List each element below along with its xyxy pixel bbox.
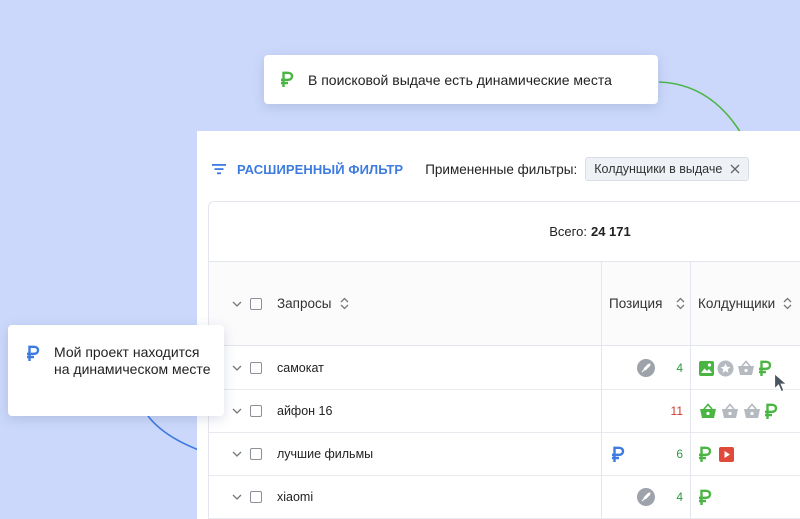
wizards-column-header[interactable]: Колдунщики (698, 262, 792, 345)
query-column-label: Запросы (277, 296, 332, 311)
ruble-icon (699, 489, 712, 505)
chevron-down-icon (232, 365, 242, 371)
filter-bar: РАСШИРЕННЫЙ ФИЛЬТР Примененные фильтры: … (211, 156, 750, 182)
table-header: Запросы Позиция Колдунщики (209, 262, 800, 346)
gallery-icon (699, 360, 714, 376)
ruble-icon (281, 71, 294, 87)
basket-icon (700, 402, 716, 418)
position-value: 11 (670, 404, 683, 418)
total-summary: Всего: 24 171 (209, 202, 800, 262)
row-checkbox[interactable] (250, 347, 262, 389)
ruble-icon (27, 345, 40, 361)
query-text: xiaomi (277, 490, 314, 504)
query-text: айфон 16 (277, 404, 333, 418)
table-row[interactable]: айфон 16 11 (209, 390, 800, 433)
rocket-icon (637, 476, 655, 518)
position-value: 6 (676, 447, 683, 461)
chevron-down-icon (232, 451, 242, 457)
chevron-down-icon (232, 494, 242, 500)
row-expand-toggle[interactable] (231, 390, 243, 432)
basket-icon (722, 402, 738, 418)
position-value: 4 (676, 361, 683, 375)
chevron-down-icon (232, 301, 242, 307)
row-expand-toggle[interactable] (231, 433, 243, 475)
column-divider (601, 262, 602, 519)
applied-filters-label: Примененные фильтры: (425, 161, 578, 177)
filter-icon (212, 164, 226, 175)
select-all-checkbox[interactable] (250, 262, 262, 345)
row-expand-toggle[interactable] (231, 476, 243, 518)
row-checkbox[interactable] (250, 390, 262, 432)
mouse-cursor-icon (773, 372, 789, 393)
wizards-column-label: Колдунщики (698, 296, 776, 311)
wizards-cell (698, 433, 735, 475)
column-divider (690, 262, 691, 519)
table-row[interactable]: лучшие фильмы 6 (209, 433, 800, 476)
total-label: Всего: (549, 224, 587, 239)
row-expand-toggle[interactable] (231, 347, 243, 389)
query-column-header[interactable]: Запросы (277, 262, 349, 345)
video-icon (719, 446, 734, 462)
table-row[interactable]: xiaomi 4 (209, 476, 800, 519)
remove-filter-button[interactable] (730, 164, 740, 174)
chevron-down-icon (232, 408, 242, 414)
advanced-filter-label: РАСШИРЕННЫЙ ФИЛЬТР (237, 161, 404, 177)
basket-icon (744, 402, 760, 418)
query-text: самокат (277, 361, 324, 375)
dynamic-places-callout: В поисковой выдаче есть динамические мес… (264, 55, 658, 104)
close-icon (730, 164, 740, 174)
wizards-cell (698, 347, 772, 389)
advanced-filter-button[interactable]: РАСШИРЕННЫЙ ФИЛЬТР (211, 162, 403, 177)
callout-text: Мой проект находится на динамическом мес… (54, 344, 211, 377)
ruble-icon (759, 360, 772, 376)
position-column-header[interactable]: Позиция (609, 262, 685, 345)
queries-table: Всего: 24 171 Запросы Позиция Колдунщики (208, 201, 800, 519)
ruble-icon (699, 446, 712, 462)
results-panel: РАСШИРЕННЫЙ ФИЛЬТР Примененные фильтры: … (197, 131, 800, 519)
basket-icon (738, 359, 754, 375)
table-row[interactable]: самокат 4 (209, 347, 800, 390)
position-column-label: Позиция (609, 296, 663, 311)
sort-icon (783, 297, 792, 310)
total-value: 24 171 (590, 224, 631, 239)
ruble-icon (765, 403, 778, 419)
filter-chip: Колдунщики в выдаче (585, 157, 750, 181)
wizards-cell (698, 476, 712, 518)
expand-all-toggle[interactable] (231, 262, 243, 345)
filter-chip-label: Колдунщики в выдаче (594, 162, 723, 176)
row-checkbox[interactable] (250, 433, 262, 475)
sort-icon (340, 297, 349, 310)
sort-icon (676, 297, 685, 310)
wizards-cell (698, 390, 778, 432)
row-checkbox[interactable] (250, 476, 262, 518)
callout-text: В поисковой выдаче есть динамические мес… (308, 71, 612, 88)
my-project-callout: Мой проект находится на динамическом мес… (8, 325, 224, 416)
rocket-icon (637, 347, 655, 389)
star-icon (717, 360, 734, 376)
position-value: 4 (676, 490, 683, 504)
ruble-icon (611, 433, 625, 475)
query-text: лучшие фильмы (277, 447, 374, 461)
